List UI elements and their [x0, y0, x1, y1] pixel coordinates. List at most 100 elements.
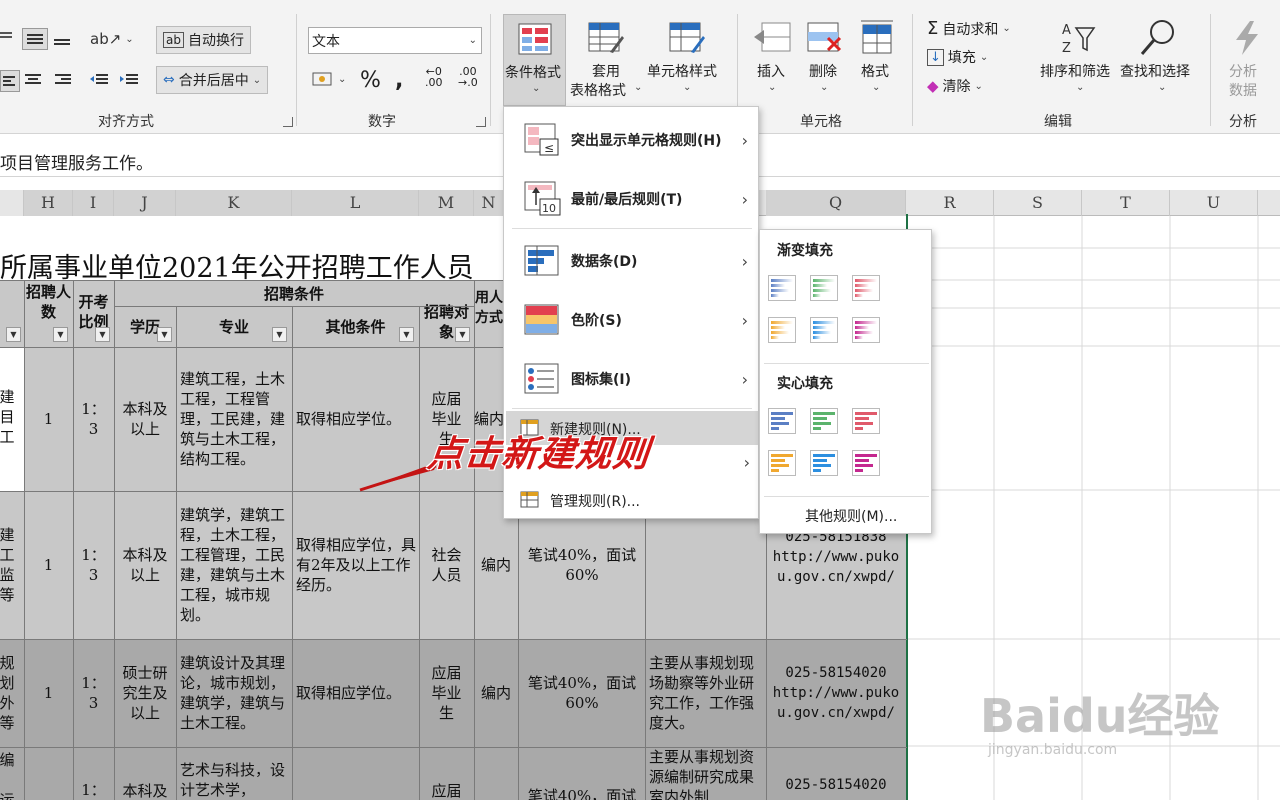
column-header-u[interactable]: U: [1170, 190, 1258, 216]
column-header-n[interactable]: N: [474, 190, 504, 216]
merge-icon: ⇔: [163, 72, 175, 88]
watermark-logo: Baidu经验: [980, 689, 1220, 743]
percent-icon[interactable]: %: [360, 68, 381, 93]
clear-button[interactable]: ◆ 清除 ⌄: [927, 76, 983, 96]
column-header-s[interactable]: S: [994, 190, 1082, 216]
formula-value: 项目管理服务工作。: [0, 154, 153, 174]
filter-dropdown-icon[interactable]: ▼: [157, 327, 172, 342]
increase-decimal-icon[interactable]: ←0.00: [425, 66, 443, 88]
manage-rules-icon: [520, 491, 539, 508]
row4-contact: 025-58154020: [785, 777, 887, 793]
solid-databar-swatch[interactable]: [768, 450, 796, 476]
solid-databar-swatch[interactable]: [810, 408, 838, 434]
column-header-r[interactable]: R: [906, 190, 994, 216]
row3-contact: 025-58154020 http://www.pukou.gov.cn/xwp…: [772, 665, 900, 721]
gradient-databar-swatch[interactable]: [852, 317, 880, 343]
number-format-select[interactable]: 文本 ⌄: [308, 27, 482, 54]
solid-databar-swatch[interactable]: [768, 408, 796, 434]
gradient-databar-swatch[interactable]: [768, 317, 796, 343]
wrap-text-button[interactable]: ab 自动换行: [156, 26, 251, 54]
cell-style-icon: [669, 22, 705, 53]
column-header-m[interactable]: M: [419, 190, 474, 216]
row3-count: 1: [43, 684, 54, 702]
table-format-button[interactable]: 套用 表格格式 ⌄: [570, 14, 644, 106]
find-select-button[interactable]: 查找和选择 ⌄: [1120, 14, 1200, 106]
orientation-icon[interactable]: ab↗ ⌄: [90, 30, 134, 48]
column-header-i[interactable]: I: [73, 190, 114, 216]
row3-other: 取得相应学位。: [296, 684, 402, 702]
filter-dropdown-icon[interactable]: ▼: [95, 327, 110, 342]
menu-icon-sets[interactable]: 图标集(I) ›: [504, 350, 758, 408]
align-launcher-icon[interactable]: [283, 117, 293, 127]
sort-filter-button[interactable]: AZ 排序和筛选 ⌄: [1040, 14, 1118, 106]
row2-ratio: 1： 3: [81, 546, 106, 584]
column-header-h[interactable]: H: [24, 190, 73, 216]
column-header-l[interactable]: L: [292, 190, 419, 216]
solid-databar-swatch[interactable]: [852, 450, 880, 476]
row4-edu: 本科及: [122, 782, 168, 800]
gradient-databar-swatch[interactable]: [768, 275, 796, 301]
align-left-icon[interactable]: [0, 70, 20, 92]
align-center-icon[interactable]: [24, 71, 44, 87]
svg-text:10: 10: [542, 202, 556, 215]
filter-dropdown-icon[interactable]: ▼: [272, 327, 287, 342]
align-top-icon[interactable]: [0, 30, 14, 44]
merge-center-button[interactable]: ⇔ 合并后居中 ⌄: [156, 66, 269, 94]
accounting-icon[interactable]: ⌄: [312, 70, 346, 88]
row3-ratio: 1： 3: [81, 674, 106, 712]
more-rules-link[interactable]: 其他规则(M)...: [805, 506, 897, 526]
column-header-k[interactable]: K: [176, 190, 292, 216]
menu-top-bottom[interactable]: 10 最前/最后规则(T) ›: [504, 170, 758, 228]
gradient-databar-swatch[interactable]: [852, 275, 880, 301]
column-header-j[interactable]: J: [114, 190, 176, 216]
decrease-indent-icon[interactable]: [90, 71, 110, 87]
menu-color-scales[interactable]: 色阶(S) ›: [504, 291, 758, 349]
delete-button[interactable]: 删除 ⌄: [802, 14, 850, 106]
column-header-t[interactable]: T: [1082, 190, 1170, 216]
align-bottom-icon[interactable]: [54, 33, 72, 49]
menu-highlight-rules[interactable]: ≤ 突出显示单元格规则(H) ›: [504, 111, 758, 169]
filter-dropdown-icon[interactable]: ▼: [455, 327, 470, 342]
autosum-button[interactable]: Σ 自动求和 ⌄: [927, 18, 1011, 39]
row1-left-fragment: 建 目 工: [0, 388, 15, 446]
increase-indent-icon[interactable]: [120, 71, 140, 87]
column-header-q[interactable]: Q: [766, 190, 906, 216]
row4-major: 艺术与科技，设计艺术学，: [180, 761, 286, 799]
comma-icon[interactable]: ,: [395, 68, 403, 93]
submenu-arrow-icon: ›: [741, 310, 748, 330]
solid-databar-swatch[interactable]: [852, 408, 880, 434]
align-middle-icon[interactable]: [22, 28, 48, 50]
edit-group-label: 编辑: [1044, 114, 1072, 130]
insert-button[interactable]: 插入 ⌄: [748, 14, 798, 106]
number-group-label: 数字: [368, 114, 396, 130]
menu-data-bars[interactable]: 数据条(D) ›: [504, 232, 758, 290]
row3-duty: 主要从事规划现场勘察等外业研究工作，工作强度大。: [649, 654, 755, 732]
align-right-icon[interactable]: [54, 71, 74, 87]
row3-edu: 硕士研 究生及 以上: [122, 664, 168, 722]
solid-fill-title: 实心填充: [777, 376, 833, 392]
cell-style-button[interactable]: 单元格样式 ⌄: [647, 14, 727, 106]
solid-databar-swatch[interactable]: [810, 450, 838, 476]
filter-dropdown-icon[interactable]: ▼: [399, 327, 414, 342]
number-launcher-icon[interactable]: [476, 117, 486, 127]
icon-sets-icon: [524, 363, 559, 394]
conditional-format-button[interactable]: 条件格式 ⌄: [503, 14, 566, 106]
sigma-icon: Σ: [927, 18, 939, 39]
format-button[interactable]: 格式 ⌄: [854, 14, 902, 106]
row1-edu: 本科及 以上: [122, 400, 168, 438]
fill-button[interactable]: ↓ 填充 ⌄: [927, 47, 988, 67]
filter-dropdown-icon[interactable]: ▼: [6, 327, 21, 342]
row3-left-fragment: 规 划 外 等: [0, 654, 15, 732]
gradient-databar-swatch[interactable]: [810, 317, 838, 343]
filter-dropdown-icon[interactable]: ▼: [53, 327, 68, 342]
menu-manage-rules[interactable]: 管理规则(R)...: [506, 483, 758, 517]
submenu-arrow-icon: ›: [741, 130, 748, 150]
watermark-url: jingyan.baidu.com: [988, 742, 1118, 758]
analyze-data-button[interactable]: 分析 数据: [1222, 14, 1272, 106]
gradient-databar-swatch[interactable]: [810, 275, 838, 301]
decrease-decimal-icon[interactable]: .00 →.0: [458, 66, 478, 88]
analyze-group-label: 分析: [1229, 114, 1257, 130]
row4-target: 应届: [431, 782, 462, 800]
row1-count: 1: [43, 410, 54, 428]
row2-edu: 本科及 以上: [122, 546, 168, 584]
